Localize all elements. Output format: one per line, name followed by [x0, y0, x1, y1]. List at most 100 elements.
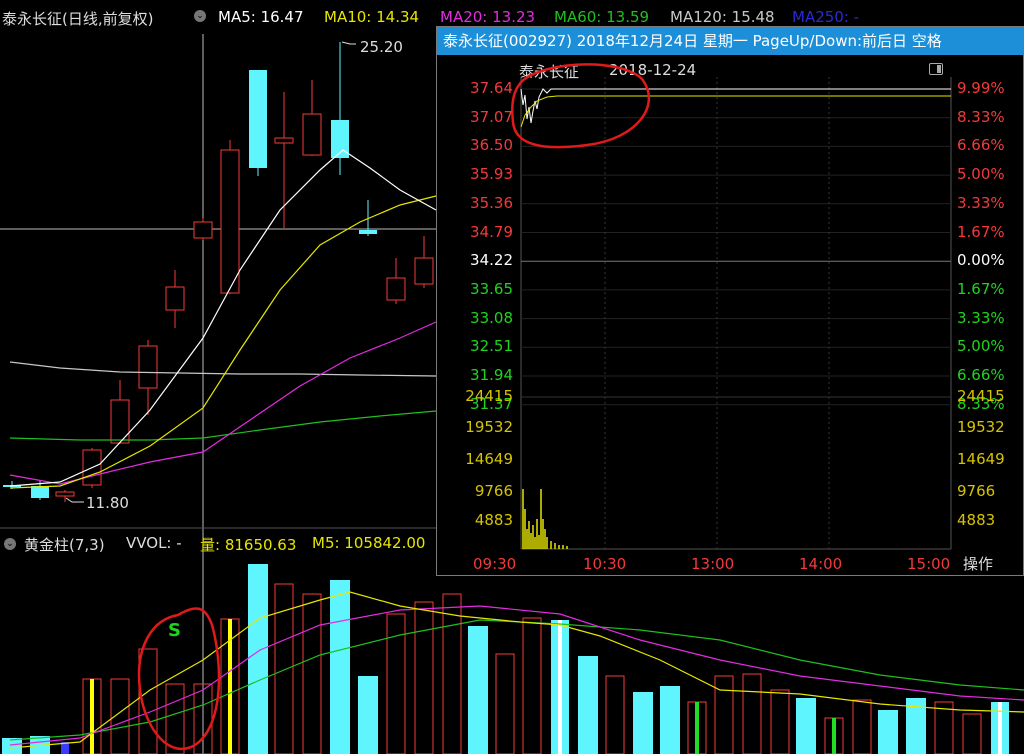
volume-bar — [165, 683, 185, 754]
price-axis-label: 32.51 — [470, 337, 513, 356]
percent-axis-label: 8.33% — [957, 107, 1005, 126]
volume-ma-line — [9, 619, 1024, 741]
vvol-value: VVOL: - — [126, 534, 182, 552]
price-axis-label: 36.50 — [470, 136, 513, 155]
signal-bar — [558, 620, 562, 754]
candle-body — [359, 230, 377, 234]
volume-axis-label: 24415 — [957, 387, 1005, 405]
volume-axis-label: 4883 — [957, 511, 996, 529]
percent-axis-label: 0.00% — [957, 251, 1005, 270]
ma5-value: MA5: 16.47 — [218, 8, 304, 26]
candle-body — [110, 399, 130, 444]
percent-axis-label: 1.67% — [957, 279, 1005, 298]
volume-bar — [605, 675, 625, 754]
volume-bar — [660, 686, 680, 754]
ma250-value: MA250: - — [792, 8, 860, 26]
percent-axis-label: 6.66% — [957, 366, 1005, 384]
volume-axis-label: 4883 — [474, 511, 513, 529]
volume-bar — [442, 593, 462, 754]
price-axis-label: 31.94 — [470, 366, 513, 384]
ma120-value: MA120: 15.48 — [670, 8, 775, 26]
time-axis-label: 13:00 — [691, 555, 735, 573]
volume-axis-label: 24415 — [465, 387, 513, 405]
time-axis-label: 10:30 — [583, 555, 627, 573]
candle-body — [193, 221, 213, 239]
signal-bar — [832, 718, 836, 754]
indicator-name: 黄金柱(7,3) — [24, 536, 105, 554]
percent-axis-label: 1.67% — [957, 222, 1005, 241]
price-axis-label: 33.08 — [470, 308, 513, 327]
chevron-down-icon[interactable]: ⌄ — [194, 10, 206, 22]
candle-body — [386, 277, 406, 301]
volume-bar — [714, 675, 734, 754]
volume-axis-label: 14649 — [465, 450, 513, 468]
volume-bars — [2, 564, 1009, 754]
percent-axis-label: 9.99% — [957, 79, 1005, 97]
candle-body — [31, 486, 49, 498]
price-axis-label: 34.22 — [470, 251, 513, 270]
volume-bar — [852, 699, 872, 754]
intraday-avg-line — [520, 95, 951, 128]
low-price-label: 11.80 — [86, 494, 129, 512]
ma10-value: MA10: 14.34 — [324, 8, 420, 26]
volume-bar — [468, 626, 488, 754]
candlesticks — [3, 42, 434, 502]
candle-body — [274, 137, 294, 144]
low-marker — [65, 497, 84, 503]
candle-body — [302, 113, 322, 156]
price-axis-label: 37.64 — [470, 79, 513, 97]
stock-label: 泰永长征(日线,前复权) — [2, 10, 154, 28]
time-axis-label: 15:00 — [907, 555, 951, 573]
ma60-value: MA60: 13.59 — [554, 8, 650, 26]
volume-bar — [796, 698, 816, 754]
percent-axis-label: 5.00% — [957, 165, 1005, 184]
time-axis-label: 09:30 — [473, 555, 517, 573]
volume-bar — [248, 564, 268, 754]
operate-button[interactable]: 操作 — [963, 553, 993, 574]
volume-bar — [522, 617, 542, 754]
volume-bar — [742, 673, 762, 754]
candle-body — [414, 257, 434, 285]
price-axis-label: 33.65 — [470, 279, 513, 298]
ma20-value: MA20: 13.23 — [440, 8, 536, 26]
volume-ma-line — [9, 605, 1024, 746]
volume-axis-label: 9766 — [957, 482, 996, 500]
price-axis-label: 35.93 — [470, 165, 513, 184]
ma120-line — [9, 361, 437, 377]
volume-bar — [962, 713, 982, 754]
candle-body — [220, 149, 240, 294]
volume-bar — [330, 580, 350, 754]
candle-body — [138, 345, 158, 389]
chevron-down-icon[interactable]: ⌄ — [4, 538, 16, 550]
high-marker — [341, 41, 356, 45]
volume-bar — [302, 593, 322, 754]
candle-body — [55, 491, 75, 497]
intraday-popup[interactable]: 泰永长征(002927) 2018年12月24日 星期一 PageUp/Down… — [436, 26, 1024, 576]
volume-value: 量: 81650.63 — [200, 536, 297, 554]
volume-axis-label: 19532 — [465, 418, 513, 436]
high-price-label: 25.20 — [360, 38, 403, 56]
signal-bar — [695, 702, 699, 754]
time-axis-label: 14:00 — [799, 555, 843, 573]
volume-bar — [633, 692, 653, 754]
volume-ma-line — [9, 591, 1024, 749]
golden-bar — [90, 679, 94, 754]
price-axis-label: 35.36 — [470, 193, 513, 212]
volume-ma-lines — [9, 591, 1024, 749]
signal-bar — [998, 702, 1002, 754]
volume-bar — [578, 656, 598, 754]
intraday-chart[interactable] — [437, 27, 1024, 577]
ma20-line — [9, 321, 437, 485]
volume-axis-label: 9766 — [474, 482, 513, 500]
percent-axis-label: 5.00% — [957, 337, 1005, 356]
volume-legend-bar: ⌄ 黄金柱(7,3) VVOL: - 量: 81650.63 M5: 10584… — [0, 528, 440, 556]
volume-axis-label: 19532 — [957, 418, 1005, 436]
percent-axis-label: 6.66% — [957, 136, 1005, 155]
volume-bar — [770, 689, 790, 754]
volume-axis-label: 14649 — [957, 450, 1005, 468]
price-axis-label: 34.79 — [470, 222, 513, 241]
percent-axis-label: 3.33% — [957, 193, 1005, 212]
signal-s-label: S — [168, 620, 181, 641]
volume-bar — [414, 601, 434, 754]
candle-body — [249, 70, 267, 168]
